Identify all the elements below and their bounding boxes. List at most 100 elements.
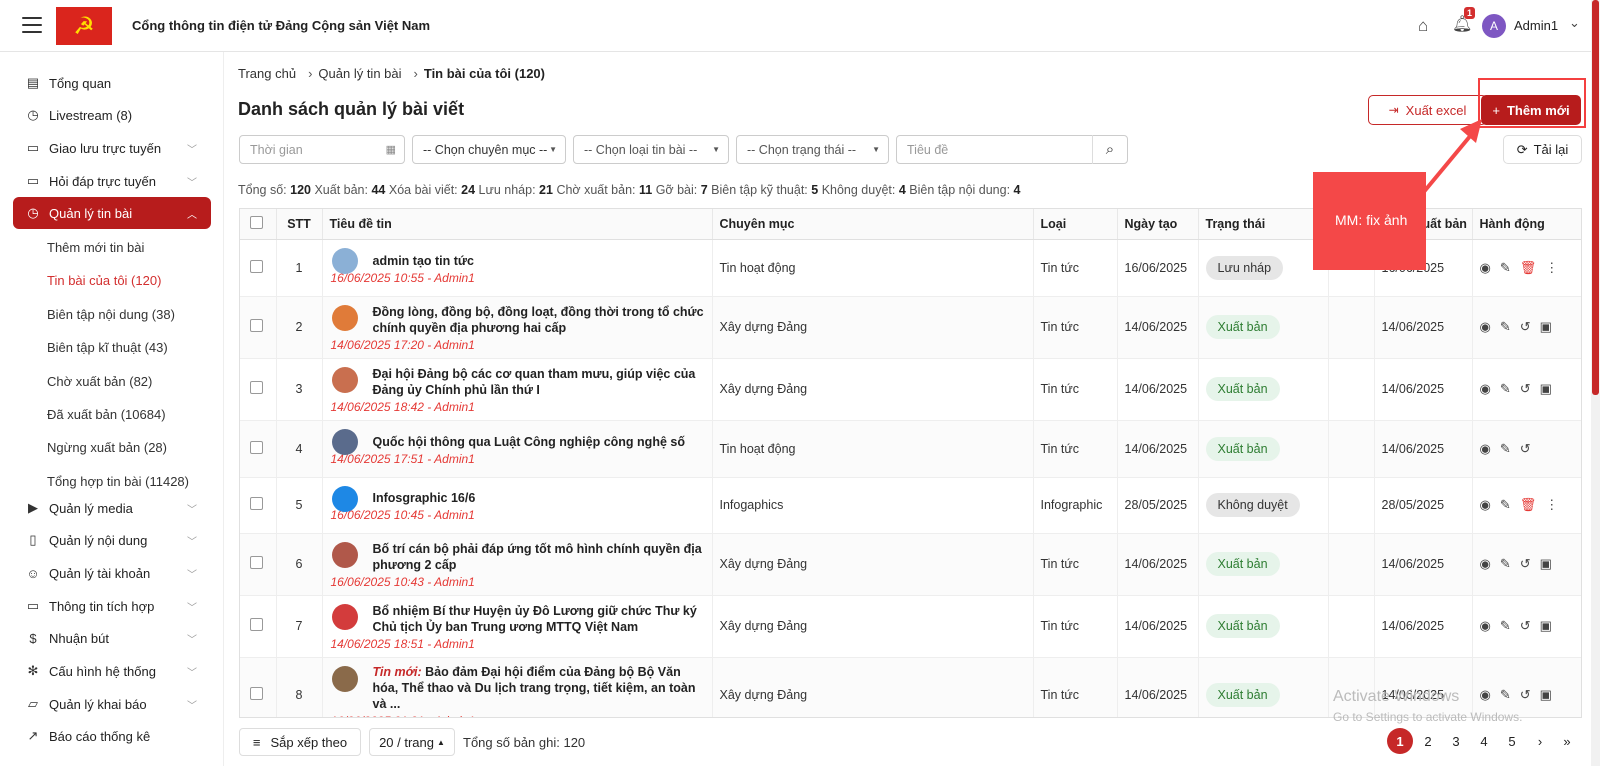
table-row[interactable]: 2 Đồng lòng, đồng bộ, đồng loạt, đồng th… xyxy=(240,296,1581,359)
row-checkbox[interactable] xyxy=(250,497,263,510)
image-icon[interactable]: ▣ xyxy=(1540,381,1552,396)
category-select[interactable]: -- Chọn chuyên mục -- ▼ xyxy=(412,135,566,164)
article-title[interactable]: admin tạo tin tức xyxy=(373,253,706,269)
avatar[interactable]: A xyxy=(1482,14,1506,38)
scrollbar-thumb[interactable] xyxy=(1592,0,1599,395)
sidebar-item-7[interactable]: ☺ Quản lý tài khoản ﹀ xyxy=(13,557,211,589)
sidebar-item-4[interactable]: ◷ Quản lý tin bài ︿ xyxy=(13,197,211,229)
row-title-cell[interactable]: Quốc hội thông qua Luật Công nghiệp công… xyxy=(322,420,713,478)
type-select[interactable]: -- Chọn loại tin bài -- ▼ xyxy=(573,135,729,164)
image-icon[interactable]: ▣ xyxy=(1540,687,1552,702)
row-checkbox[interactable] xyxy=(250,319,263,332)
undo-icon[interactable]: ↺ xyxy=(1520,381,1531,396)
table-row[interactable]: 3 Đại hội Đảng bộ các cơ quan tham mưu, … xyxy=(240,358,1581,421)
party-flag-logo[interactable]: ☭ xyxy=(56,7,112,45)
undo-icon[interactable]: ↺ xyxy=(1520,556,1531,571)
table-row[interactable]: 4 Quốc hội thông qua Luật Công nghiệp cô… xyxy=(240,420,1581,478)
trash-icon[interactable]: 🗑︎ xyxy=(1520,497,1537,512)
page-size-select[interactable]: 20 / trang ▲ xyxy=(369,728,455,756)
trash-icon[interactable]: 🗑︎ xyxy=(1520,260,1537,275)
sidebar-subitem-7[interactable]: Tổng hợp tin bài (11428) xyxy=(47,474,189,489)
article-title[interactable]: Đại hội Đảng bộ các cơ quan tham mưu, gi… xyxy=(373,366,706,398)
edit-icon[interactable]: ✎ xyxy=(1500,260,1511,275)
undo-icon[interactable]: ↺ xyxy=(1520,687,1531,702)
sidebar-item-1[interactable]: ◷ Livestream (8) xyxy=(13,99,211,131)
eye-icon[interactable]: ◉ xyxy=(1480,556,1491,571)
row-title-cell[interactable]: Infosgraphic 16/6 16/06/2025 10:45 - Adm… xyxy=(322,477,713,534)
row-checkbox[interactable] xyxy=(250,686,263,700)
row-title-cell[interactable]: admin tạo tin tức 16/06/2025 10:55 - Adm… xyxy=(322,239,713,297)
eye-icon[interactable]: ◉ xyxy=(1480,441,1491,456)
table-row[interactable]: 7 Bổ nhiệm Bí thư Huyện ủy Đô Lương giữ … xyxy=(240,595,1581,658)
eye-icon[interactable]: ◉ xyxy=(1480,687,1491,702)
sidebar-subitem-5[interactable]: Đã xuất bản (10684) xyxy=(47,407,166,422)
row-title-cell[interactable]: Bổ nhiệm Bí thư Huyện ủy Đô Lương giữ ch… xyxy=(322,595,713,658)
sort-button[interactable]: ≡ Sắp xếp theo xyxy=(239,728,361,756)
search-icon[interactable]: ⌕ xyxy=(1092,135,1127,164)
edit-icon[interactable]: ✎ xyxy=(1500,618,1511,633)
user-name[interactable]: Admin1 xyxy=(1514,18,1558,33)
sidebar-item-2[interactable]: ▭ Giao lưu trực tuyến ﹀ xyxy=(13,132,211,164)
row-checkbox[interactable] xyxy=(250,556,263,569)
sidebar-item-8[interactable]: ▭ Thông tin tích hợp ﹀ xyxy=(13,590,211,622)
image-icon[interactable]: ▣ xyxy=(1540,319,1552,334)
sidebar-item-3[interactable]: ▭ Hỏi đáp trực tuyến ﹀ xyxy=(13,165,211,197)
sidebar-item-12[interactable]: ↗ Báo cáo thống kê xyxy=(13,720,211,752)
sidebar-subitem-6[interactable]: Ngừng xuất bản (28) xyxy=(47,440,167,455)
page-3-button[interactable]: 3 xyxy=(1444,728,1468,754)
sidebar-item-10[interactable]: ✻ Cấu hình hệ thống ﹀ xyxy=(13,655,211,687)
eye-icon[interactable]: ◉ xyxy=(1480,381,1491,396)
edit-icon[interactable]: ✎ xyxy=(1500,687,1511,702)
article-title[interactable]: Tin mới: Bảo đảm Đại hội điểm của Đảng b… xyxy=(373,664,706,712)
row-checkbox[interactable] xyxy=(250,381,263,394)
eye-icon[interactable]: ◉ xyxy=(1480,618,1491,633)
more-icon[interactable]: ⋮ xyxy=(1545,497,1558,512)
page-2-button[interactable]: 2 xyxy=(1416,728,1440,754)
article-title[interactable]: Bổ nhiệm Bí thư Huyện ủy Đô Lương giữ ch… xyxy=(373,603,706,635)
sidebar-item-6[interactable]: ▯ Quản lý nội dung ﹀ xyxy=(13,524,211,556)
row-title-cell[interactable]: Đồng lòng, đồng bộ, đồng loạt, đồng thời… xyxy=(322,296,713,359)
chevron-down-icon[interactable]: ⌄ xyxy=(1569,15,1580,31)
row-title-cell[interactable]: Bố trí cán bộ phải đáp ứng tốt mô hình c… xyxy=(322,533,713,596)
sidebar-subitem-0[interactable]: Thêm mới tin bài xyxy=(47,240,144,255)
edit-icon[interactable]: ✎ xyxy=(1500,556,1511,571)
eye-icon[interactable]: ◉ xyxy=(1480,260,1491,275)
sidebar-subitem-3[interactable]: Biên tập kĩ thuật (43) xyxy=(47,340,168,355)
sidebar-item-9[interactable]: $ Nhuận bút ﹀ xyxy=(13,622,211,654)
status-select[interactable]: -- Chọn trạng thái -- ▼ xyxy=(736,135,889,164)
row-checkbox[interactable] xyxy=(250,259,263,273)
edit-icon[interactable]: ✎ xyxy=(1500,441,1511,456)
more-icon[interactable]: ⋮ xyxy=(1545,260,1558,275)
undo-icon[interactable]: ↺ xyxy=(1520,441,1531,456)
article-title[interactable]: Quốc hội thông qua Luật Công nghiệp công… xyxy=(373,434,706,450)
sidebar-subitem-2[interactable]: Biên tập nội dung (38) xyxy=(47,307,175,322)
sidebar-subitem-4[interactable]: Chờ xuất bản (82) xyxy=(47,374,152,389)
undo-icon[interactable]: ↺ xyxy=(1520,319,1531,334)
undo-icon[interactable]: ↺ xyxy=(1520,618,1531,633)
sidebar-subitem-1[interactable]: Tin bài của tôi (120) xyxy=(47,273,161,288)
sidebar-item-11[interactable]: ▱ Quản lý khai báo ﹀ xyxy=(13,688,211,720)
image-icon[interactable]: ▣ xyxy=(1540,556,1552,571)
table-row[interactable]: 6 Bố trí cán bộ phải đáp ứng tốt mô hình… xyxy=(240,533,1581,596)
next-page-icon[interactable]: › xyxy=(1528,728,1552,754)
article-title[interactable]: Đồng lòng, đồng bộ, đồng loạt, đồng thời… xyxy=(373,304,706,336)
page-5-button[interactable]: 5 xyxy=(1500,728,1524,754)
row-checkbox[interactable] xyxy=(250,618,263,631)
eye-icon[interactable]: ◉ xyxy=(1480,319,1491,334)
page-1-button[interactable]: 1 xyxy=(1387,728,1413,754)
select-all-checkbox[interactable] xyxy=(250,215,263,229)
table-row[interactable]: 5 Infosgraphic 16/6 16/06/2025 10:45 - A… xyxy=(240,477,1581,534)
article-title[interactable]: Infosgraphic 16/6 xyxy=(373,490,706,506)
page-4-button[interactable]: 4 xyxy=(1472,728,1496,754)
eye-icon[interactable]: ◉ xyxy=(1480,497,1491,512)
breadcrumb-home[interactable]: Trang chủ xyxy=(238,66,296,81)
edit-icon[interactable]: ✎ xyxy=(1500,381,1511,396)
breadcrumb-section[interactable]: Quản lý tin bài xyxy=(318,66,401,81)
row-title-cell[interactable]: Tin mới: Bảo đảm Đại hội điểm của Đảng b… xyxy=(322,657,713,717)
edit-icon[interactable]: ✎ xyxy=(1500,319,1511,334)
home-icon[interactable]: ⌂ xyxy=(1418,16,1428,36)
menu-icon[interactable] xyxy=(22,17,42,33)
sidebar-item-5[interactable]: ▶ Quản lý media ﹀ xyxy=(13,492,211,524)
scrollbar[interactable] xyxy=(1591,0,1600,766)
article-title[interactable]: Bố trí cán bộ phải đáp ứng tốt mô hình c… xyxy=(373,541,706,573)
